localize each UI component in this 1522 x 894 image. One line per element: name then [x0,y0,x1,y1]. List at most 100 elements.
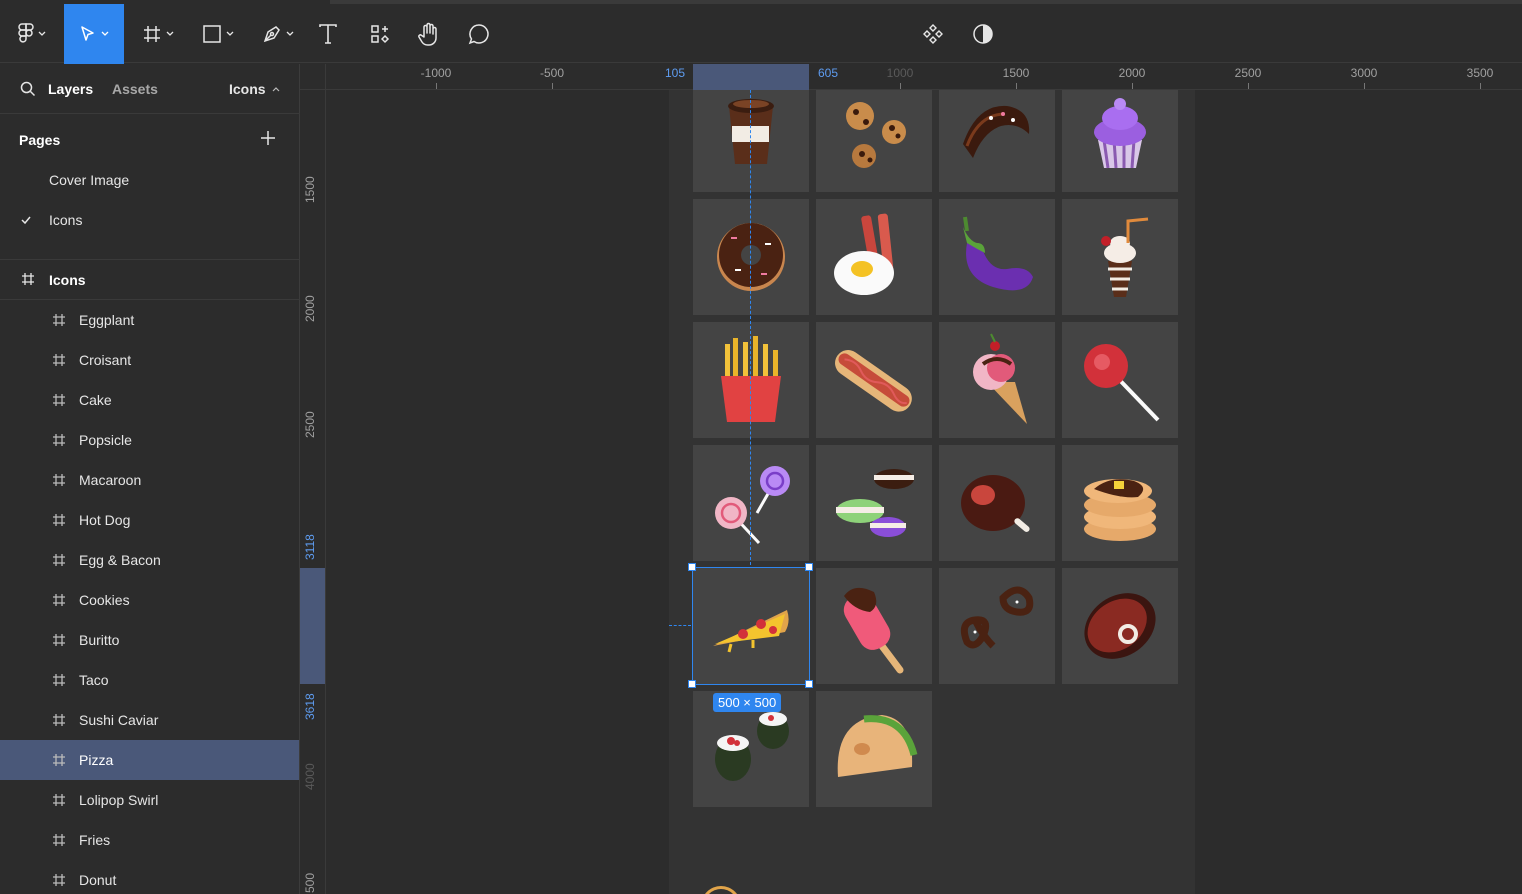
icon-frame-pretzel[interactable] [939,568,1055,684]
left-panel: Layers Assets Icons Pages Cover Image Ic… [0,64,300,894]
pen-tool-button[interactable] [254,4,302,64]
layer-item[interactable]: Sushi Caviar [0,700,299,740]
icon-frame-ham[interactable] [939,445,1055,561]
layer-item[interactable]: Taco [0,660,299,700]
resize-handle[interactable] [688,680,696,688]
hand-tool-button[interactable] [410,4,448,64]
icon-frame-eggplant[interactable] [939,199,1055,315]
page-item-label: Cover Image [49,172,130,188]
frame-icon [52,713,66,730]
move-tool-button[interactable] [64,4,124,64]
icon-frame-coffee-cup[interactable] [693,90,809,192]
icon-frame-popsicle[interactable] [816,568,932,684]
component-button[interactable] [914,4,952,64]
main-menu-button[interactable] [8,4,56,64]
icon-frame-ice-cream-cone[interactable] [939,322,1055,438]
pancakes-icon [1084,479,1156,541]
layer-item[interactable]: Lolipop Swirl [0,780,299,820]
layer-frame-root[interactable]: Icons [0,260,300,300]
canvas[interactable]: 500 × 500 [326,90,1522,894]
layer-label: Cake [79,392,112,408]
chevron-down-icon [226,31,234,36]
icon-frame-cupcake[interactable] [1062,90,1178,192]
icon-frame-egg-bacon[interactable] [816,199,932,315]
layer-item[interactable]: Popsicle [0,420,299,460]
icon-frame-cookies[interactable] [816,90,932,192]
ruler-tick-label: 500 [303,872,317,893]
resize-handle[interactable] [688,563,696,571]
ruler-tick [436,83,437,89]
layer-label: Popsicle [79,432,132,448]
comment-tool-button[interactable] [460,4,498,64]
partial-icon [701,886,741,894]
layer-item[interactable]: Cookies [0,580,299,620]
icon-frame-hot-dog[interactable] [816,322,932,438]
ruler-tick [1016,83,1017,89]
ruler-tick [1364,83,1365,89]
layer-item[interactable]: Donut [0,860,299,894]
layer-item[interactable]: Pizza [0,740,299,780]
frame-tool-button[interactable] [134,4,182,64]
layer-label: Lolipop Swirl [79,792,159,808]
resources-tool-button[interactable] [362,4,398,64]
layer-label: Buritto [79,632,120,648]
toolbar [0,0,1522,64]
add-page-button[interactable] [260,130,276,151]
icon-frame-lollipop[interactable] [1062,322,1178,438]
icon-frame-lollipop-swirl[interactable] [693,445,809,561]
layer-label: Taco [79,672,109,688]
shape-tool-button[interactable] [194,4,242,64]
egg-bacon-icon [834,213,894,295]
resize-handle[interactable] [805,680,813,688]
measure-guide [750,90,751,565]
ham-icon [961,475,1030,532]
ruler-tick-label: 2000 [303,295,317,322]
page-item-current[interactable]: Icons [0,200,300,240]
plus-icon [261,131,275,145]
text-tool-button[interactable] [310,4,346,64]
ice-cream-cone-icon [973,333,1027,424]
frame-icon [52,393,66,410]
donut-icon [717,223,785,291]
contrast-button[interactable] [964,4,1002,64]
frame-icon [52,513,66,530]
selection-box[interactable] [692,567,810,685]
chevron-down-icon [38,31,46,36]
taco-icon [837,715,918,777]
lollipop-swirl-icon [715,466,790,545]
page-selector[interactable]: Icons [229,81,280,97]
icon-frame-macaroon[interactable] [816,445,932,561]
layer-label: Hot Dog [79,512,131,528]
resize-handle[interactable] [805,563,813,571]
icon-frame-taco[interactable] [816,691,932,807]
layer-item[interactable]: Macaroon [0,460,299,500]
search-button[interactable] [20,81,36,102]
layer-item[interactable]: Cake [0,380,299,420]
icon-frame-steak[interactable] [1062,568,1178,684]
layer-item[interactable]: Egg & Bacon [0,540,299,580]
cupcake-icon [1094,98,1146,169]
layer-item[interactable]: Fries [0,820,299,860]
layer-item[interactable]: Buritto [0,620,299,660]
icons-frame[interactable]: 500 × 500 [669,90,1195,894]
eggplant-icon [963,216,1033,291]
tab-assets[interactable]: Assets [112,81,158,97]
icon-frame-croissant[interactable] [939,90,1055,192]
layer-item[interactable]: Hot Dog [0,500,299,540]
icon-frame-pancakes[interactable] [1062,445,1178,561]
ruler-tick-label: 3500 [1466,66,1494,80]
pages-header: Pages [19,132,61,148]
icon-frame-milkshake[interactable] [1062,199,1178,315]
page-item[interactable]: Cover Image [0,160,300,200]
croissant-icon [963,105,1030,158]
frame-icon [52,873,66,890]
layer-label: Croisant [79,352,132,368]
layer-item[interactable]: Eggplant [0,300,299,340]
layer-item[interactable]: Croisant [0,340,299,380]
measure-guide [669,625,691,626]
icon-frame-donut[interactable] [693,199,809,315]
icon-frame-fries[interactable] [693,322,809,438]
panel-tabs: Layers Assets Icons [0,64,300,114]
layer-label: Pizza [79,752,114,768]
tab-layers[interactable]: Layers [48,81,93,97]
